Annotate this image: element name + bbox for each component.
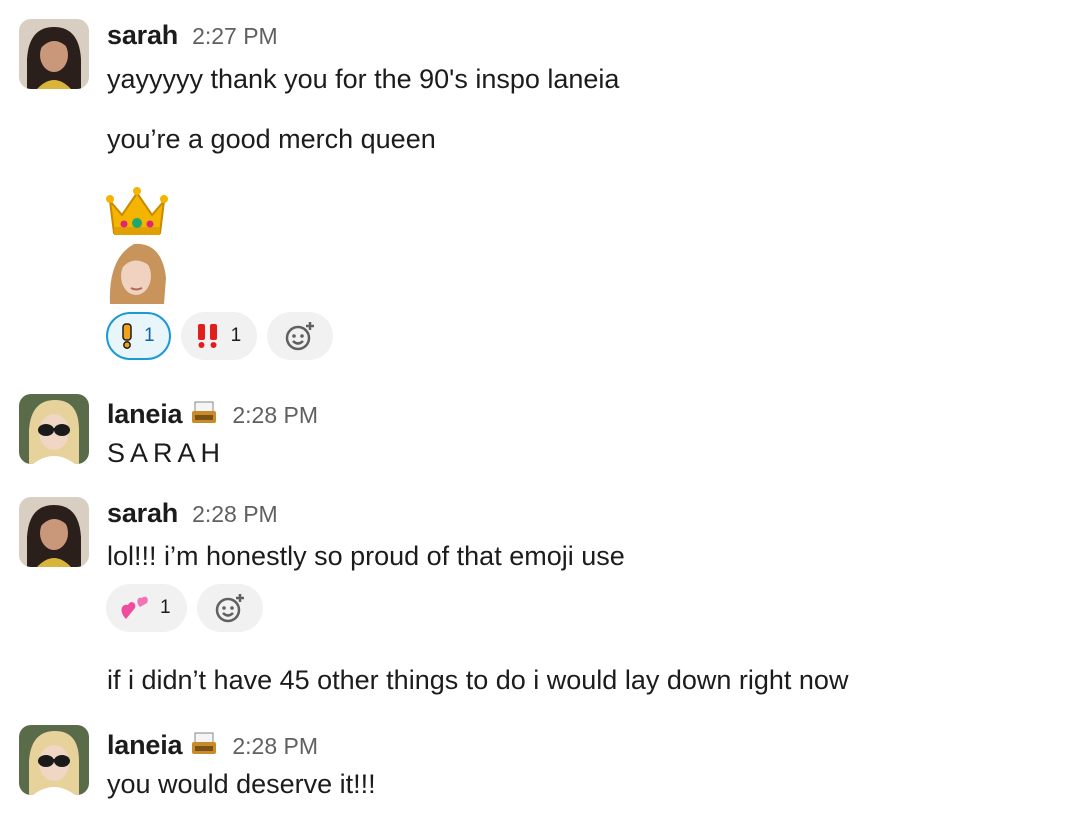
exclamation-icon bbox=[120, 323, 134, 349]
two-hearts-emoji bbox=[120, 595, 150, 621]
sarah-avatar[interactable] bbox=[19, 19, 89, 89]
reaction-two-hearts[interactable]: 1 bbox=[106, 584, 187, 632]
author-name[interactable]: sarah bbox=[107, 498, 178, 529]
timestamp[interactable]: 2:28 PM bbox=[192, 501, 278, 528]
timestamp[interactable]: 2:28 PM bbox=[232, 733, 318, 760]
double-exclamation-icon bbox=[195, 323, 221, 349]
message-text: lol!!! i’m honestly so proud of that emo… bbox=[107, 541, 625, 571]
reactions-bar: 1 1 bbox=[106, 312, 334, 360]
add-reaction-button[interactable] bbox=[196, 584, 263, 632]
reaction-double-exclamation[interactable]: 1 bbox=[180, 312, 258, 360]
reactions-bar: 1 bbox=[106, 584, 263, 632]
author-name[interactable]: laneia bbox=[107, 730, 183, 761]
laneia-avatar[interactable] bbox=[19, 725, 89, 795]
typewriter-status-emoji[interactable] bbox=[190, 730, 218, 758]
message-text: if i didn’t have 45 other things to do i… bbox=[107, 665, 849, 695]
message-text: you’re a good merch queen bbox=[107, 124, 436, 154]
reaction-exclamation[interactable]: 1 bbox=[106, 312, 171, 360]
message-header: sarah 2:28 PM bbox=[107, 498, 278, 529]
sarah-avatar[interactable] bbox=[19, 497, 89, 567]
message-text: SARAH bbox=[107, 438, 226, 468]
message-header: laneia 2:28 PM bbox=[107, 395, 318, 430]
timestamp[interactable]: 2:28 PM bbox=[232, 402, 318, 429]
reaction-count: 1 bbox=[144, 325, 155, 346]
custom-face-emoji bbox=[109, 243, 166, 304]
reaction-count: 1 bbox=[160, 597, 171, 618]
message-header: sarah 2:27 PM bbox=[107, 20, 278, 51]
reaction-count: 1 bbox=[230, 325, 242, 346]
author-name[interactable]: sarah bbox=[107, 20, 178, 51]
laneia-avatar[interactable] bbox=[19, 394, 89, 464]
author-name[interactable]: laneia bbox=[107, 399, 183, 430]
add-emoji-icon bbox=[215, 594, 244, 623]
message-header: laneia 2:28 PM bbox=[107, 726, 318, 761]
add-emoji-icon bbox=[285, 322, 315, 351]
message-text: you would deserve it!!! bbox=[107, 769, 376, 799]
add-reaction-button[interactable] bbox=[267, 312, 334, 360]
message-text: yayyyyy thank you for the 90's inspo lan… bbox=[107, 64, 620, 94]
typewriter-status-emoji[interactable] bbox=[190, 399, 218, 427]
timestamp[interactable]: 2:27 PM bbox=[192, 23, 278, 50]
